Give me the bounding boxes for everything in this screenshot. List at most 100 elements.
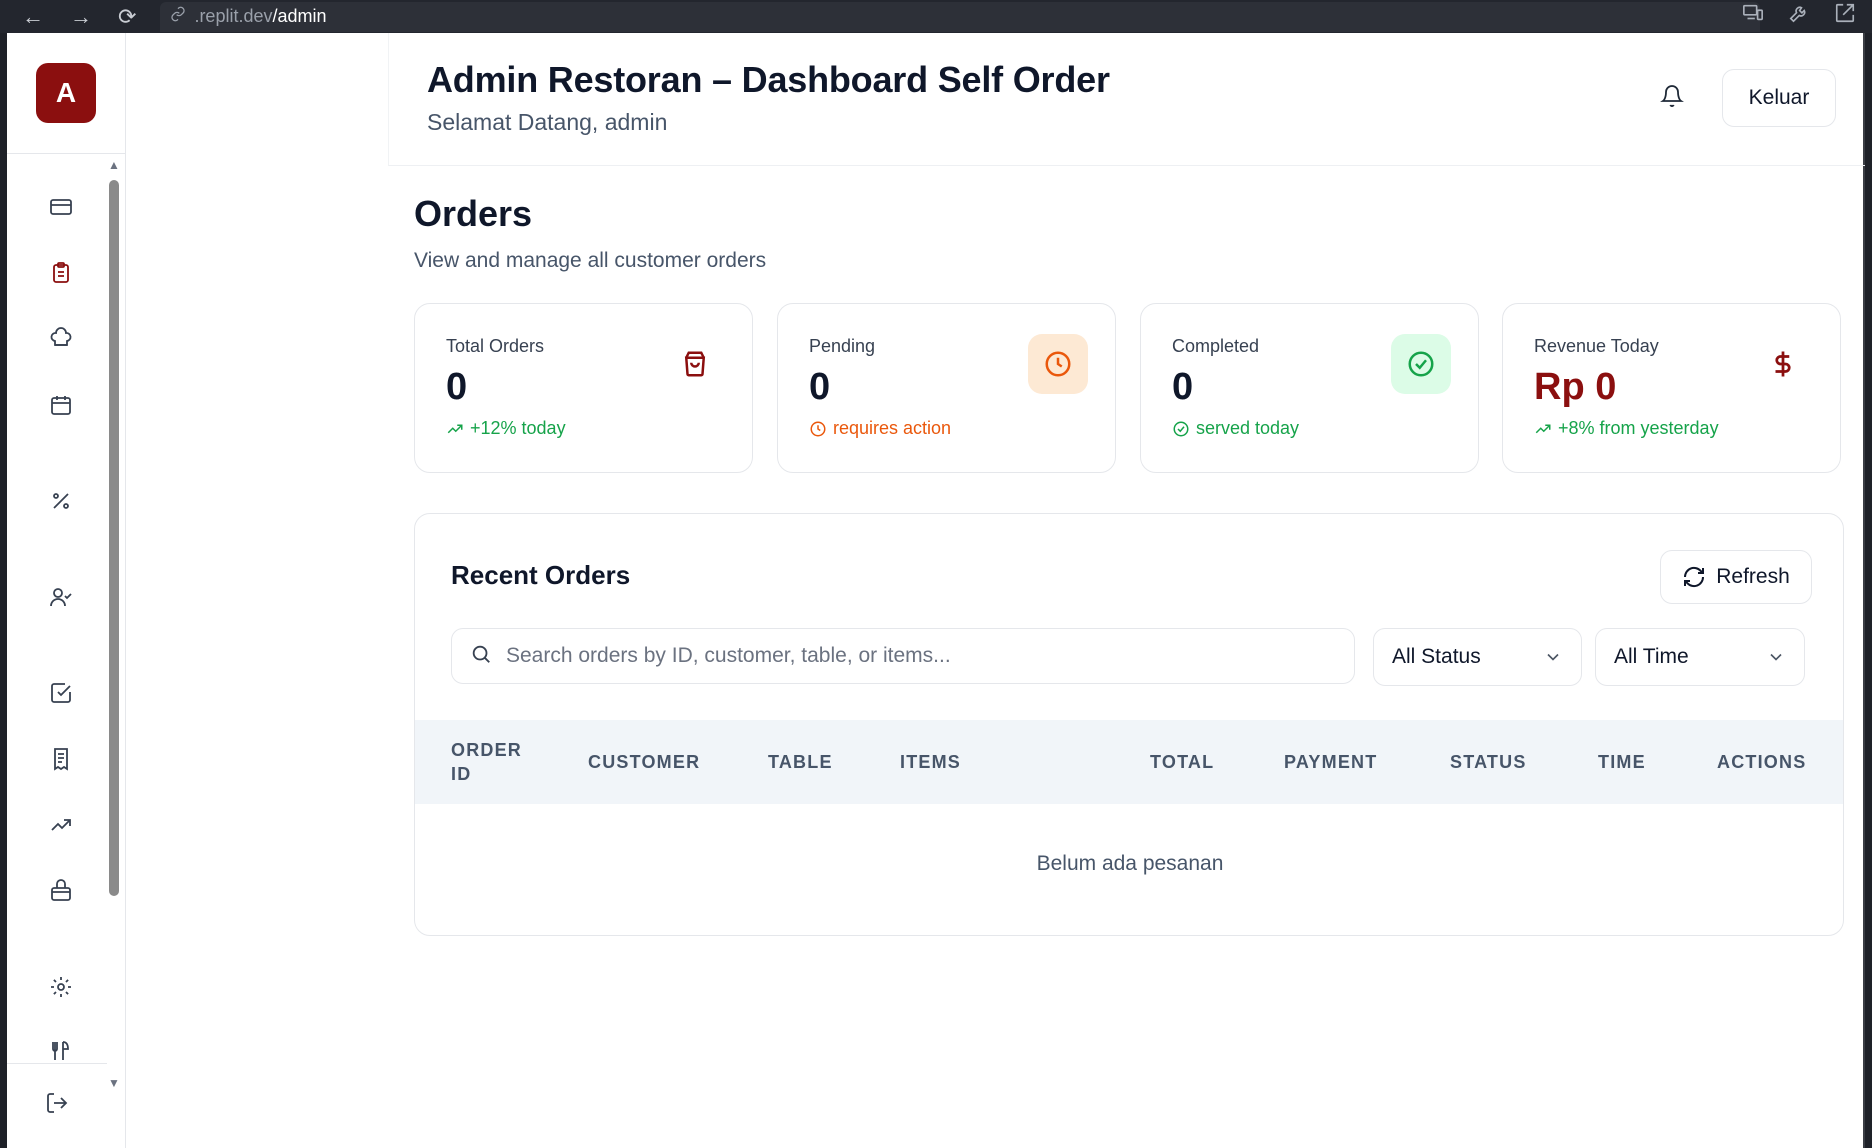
devices-icon[interactable] — [1742, 2, 1764, 29]
trending-up-icon — [51, 819, 71, 831]
sidebar-item-tasks[interactable] — [37, 671, 85, 715]
sidebar-item-menu[interactable] — [37, 1029, 85, 1073]
time-filter-value: All Time — [1614, 645, 1689, 668]
page-subtitle: View and manage all customer orders — [414, 249, 767, 272]
stat-value: 0 — [809, 366, 831, 408]
forward-icon[interactable]: → — [70, 5, 92, 28]
sidebar-divider — [7, 153, 126, 154]
clock-icon — [1028, 334, 1088, 394]
sidebar-item-kitchen[interactable] — [37, 317, 85, 361]
column-header-status[interactable]: STATUS — [1450, 720, 1527, 804]
page-title: Orders — [414, 193, 533, 234]
link-icon — [170, 6, 186, 27]
bell-icon — [1660, 85, 1684, 107]
stat-note-text: requires action — [833, 418, 952, 438]
chevron-down-icon — [1770, 653, 1782, 661]
column-header-actions: ACTIONS — [1717, 751, 1807, 772]
stats-cards: Total Orders 0 +12% today Pending 0 requ… — [414, 303, 1844, 473]
stat-label: Pending — [809, 336, 876, 356]
chevron-down-icon — [1547, 653, 1559, 661]
column-header-items[interactable]: ITEMS — [900, 720, 961, 804]
stat-value: 0 — [1172, 366, 1194, 408]
reload-icon[interactable]: ⟳ — [118, 5, 136, 28]
user-check-icon — [50, 588, 72, 607]
stat-note: served today — [1172, 418, 1299, 439]
column-header-total[interactable]: TOTAL — [1150, 720, 1214, 804]
sidebar-bottom-divider — [7, 1063, 107, 1064]
stat-card-revenue: Revenue Today Rp 0 +8% from yesterday — [1502, 303, 1841, 473]
trending-up-icon — [1535, 424, 1551, 433]
sidebar-item-payments[interactable] — [37, 185, 85, 229]
refresh-icon — [1684, 566, 1705, 588]
dollar-icon — [1753, 334, 1813, 394]
refresh-button[interactable]: Refresh — [1660, 550, 1812, 604]
sidebar-scrollbar[interactable]: ▲ ▼ — [107, 158, 121, 1090]
column-header-payment[interactable]: PAYMENT — [1284, 720, 1377, 804]
store-icon — [51, 879, 71, 901]
stat-note-text: +12% today — [470, 418, 566, 438]
status-filter-select[interactable]: All Status — [1373, 628, 1582, 686]
receipt-icon — [54, 748, 68, 771]
stat-note: requires action — [809, 418, 951, 439]
shopping-bag-icon — [665, 334, 725, 394]
notifications-button[interactable] — [1660, 83, 1684, 114]
log-out-icon — [47, 1093, 68, 1113]
browser-toolbar: ← → ⟳ .replit.dev/admin — [0, 0, 1872, 33]
clock-icon — [810, 421, 826, 436]
clipboard-list-icon — [53, 262, 69, 283]
sidebar-item-staff[interactable] — [37, 575, 85, 619]
chef-hat-icon — [50, 327, 72, 346]
utensils-icon — [52, 1041, 69, 1060]
sidebar-logout[interactable] — [45, 1091, 69, 1120]
stat-value: 0 — [446, 366, 468, 408]
app-logo[interactable]: A — [36, 63, 96, 123]
wrench-icon[interactable] — [1788, 2, 1810, 29]
percent-icon — [53, 493, 69, 509]
external-link-icon[interactable] — [1834, 2, 1856, 29]
empty-state-message: Belum ada pesanan — [1036, 852, 1224, 875]
trending-up-icon — [447, 424, 463, 433]
url-path: /admin — [272, 6, 327, 26]
column-header-customer[interactable]: CUSTOMER — [588, 720, 700, 804]
scroll-up-icon[interactable]: ▲ — [107, 158, 121, 172]
settings-icon — [51, 977, 71, 997]
logout-button[interactable]: Keluar — [1722, 69, 1836, 127]
recent-orders-title: Recent Orders — [451, 560, 631, 590]
column-header-order-id[interactable]: ORDER ID — [451, 720, 522, 804]
sidebar-item-reservations[interactable] — [37, 383, 85, 427]
sidebar-item-orders[interactable] — [37, 251, 85, 295]
address-bar[interactable]: .replit.dev/admin — [160, 1, 1761, 32]
orders-table-header: ORDER ID CUSTOMER TABLE ITEMS TOTAL PAYM… — [415, 720, 1843, 804]
url-host: .replit.dev — [194, 6, 273, 26]
scroll-down-icon[interactable]: ▼ — [107, 1076, 121, 1090]
scrollbar-thumb[interactable] — [109, 180, 119, 896]
credit-card-icon — [50, 199, 72, 215]
sidebar-item-receipts[interactable] — [37, 737, 85, 781]
top-header: Admin Restoran – Dashboard Self Order Se… — [388, 33, 1865, 166]
stat-note-text: +8% from yesterday — [1558, 418, 1719, 438]
stat-card-pending: Pending 0 requires action — [777, 303, 1116, 473]
search-icon — [470, 643, 492, 670]
check-circle-icon — [1173, 421, 1189, 436]
sidebar: A ▲ ▼ — [7, 33, 126, 1148]
sidebar-item-promotions[interactable] — [37, 479, 85, 523]
search-input[interactable] — [506, 644, 1326, 668]
sidebar-item-inventory[interactable] — [37, 869, 85, 913]
stat-note: +8% from yesterday — [1534, 418, 1719, 439]
search-box — [451, 628, 1355, 684]
time-filter-select[interactable]: All Time — [1595, 628, 1805, 686]
sidebar-item-settings[interactable] — [37, 965, 85, 1009]
column-header-time[interactable]: TIME — [1598, 720, 1646, 804]
back-icon[interactable]: ← — [22, 5, 44, 28]
column-header-table[interactable]: TABLE — [768, 720, 833, 804]
refresh-label: Refresh — [1716, 565, 1790, 588]
stat-note-text: served today — [1196, 418, 1300, 438]
check-circle-icon — [1391, 334, 1451, 394]
recent-orders-panel: Recent Orders Refresh All Status All Tim… — [414, 513, 1844, 936]
square-check-icon — [51, 683, 71, 703]
app-title: Admin Restoran – Dashboard Self Order — [427, 59, 1110, 100]
stat-value: Rp 0 — [1534, 366, 1617, 408]
stat-label: Completed — [1172, 336, 1260, 356]
app-window: A ▲ ▼ Admin Restoran – Dashboard Self Or… — [7, 33, 1865, 1148]
sidebar-item-reports[interactable] — [37, 803, 85, 847]
